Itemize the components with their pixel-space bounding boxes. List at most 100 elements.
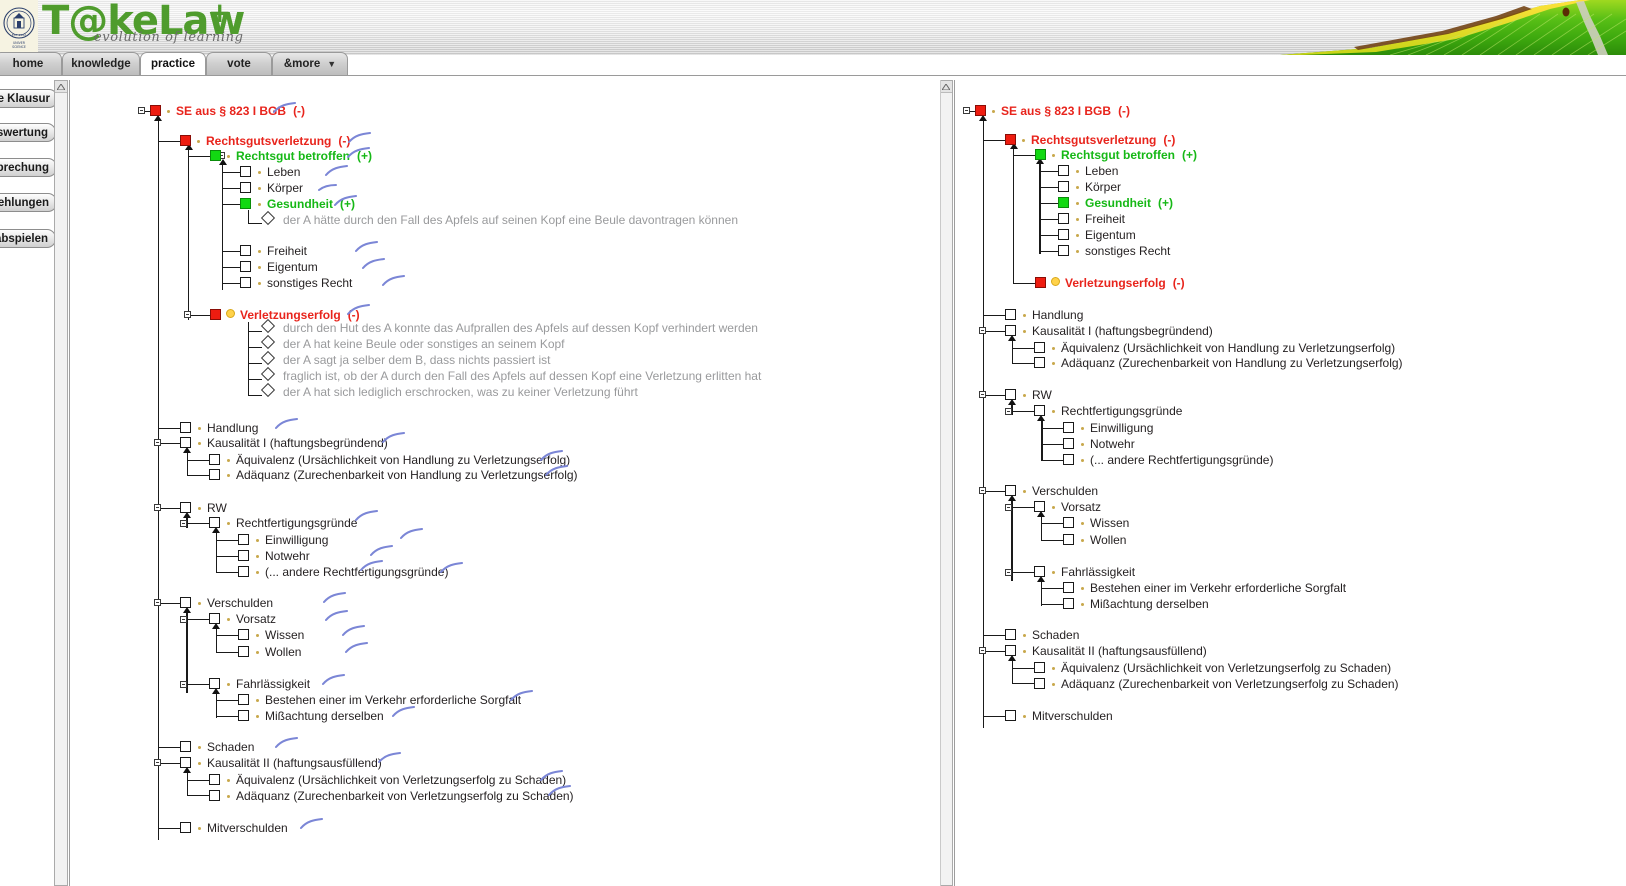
expander-root[interactable]	[963, 107, 970, 114]
node-label: Rechtfertigungsgründe	[1061, 404, 1183, 418]
node-label: Vorsatz	[236, 612, 277, 626]
node-label: Körper	[1085, 180, 1122, 194]
node-sign: (-)	[1118, 104, 1131, 118]
marker-orange-icon	[226, 309, 235, 318]
app-logo[interactable]: T@keLaw + evolution of learning	[42, 0, 342, 55]
node-label: Rechtsgut betroffen	[1061, 148, 1175, 162]
pen-stroke-annotation	[348, 132, 372, 144]
svg-text:SCIENCE: SCIENCE	[12, 45, 26, 49]
node-label: (... andere Rechtfertigungsgründe)	[265, 565, 449, 579]
pen-stroke-annotation	[540, 450, 564, 462]
sidebar-item-auswertung[interactable]: Auswertung	[0, 123, 56, 142]
node-label: Äquivalenz (Ursächlichkeit von Verletzun…	[1061, 661, 1392, 675]
tab-vote[interactable]: vote	[206, 52, 272, 75]
university-crest-icon: EST 1502 UNIVER SCIENCE	[0, 0, 38, 55]
scroll-up-arrow-icon[interactable]	[55, 81, 67, 93]
expander-rw[interactable]	[154, 504, 161, 511]
node-label: Notwehr	[1090, 437, 1135, 451]
tab-practice[interactable]: practice	[140, 52, 206, 75]
note-text: der A hätte durch den Fall des Apfels au…	[283, 213, 738, 227]
app-header: EST 1502 UNIVER SCIENCE T@keLaw + evolut…	[0, 0, 1626, 55]
expanded-tree-panel: SE aus § 823 I BGB (-) Rechtsgutsverletzu…	[70, 80, 940, 886]
expander-kausalitaet-2[interactable]	[154, 759, 161, 766]
scroll-up-arrow-icon[interactable]	[940, 81, 952, 93]
node-label: Mitverschulden	[1032, 709, 1113, 723]
expander-rw[interactable]	[979, 391, 986, 398]
tab-knowledge-label: knowledge	[71, 58, 131, 70]
pen-stroke-annotation	[347, 304, 371, 316]
node-label: Leben	[1085, 164, 1119, 178]
sidebar-item-empfehlungen[interactable]: Empfehlungen	[0, 193, 57, 212]
left-panel-scrollbar[interactable]	[54, 80, 68, 886]
node-label: sonstiges Recht	[1085, 244, 1171, 258]
tab-knowledge[interactable]: knowledge	[62, 52, 140, 75]
node-label: Gesundheit	[1085, 196, 1152, 210]
node-label: RW	[207, 501, 227, 515]
node-label: Bestehen einer im Verkehr erforderliche …	[1090, 581, 1347, 595]
node-label: SE aus § 823 I BGB	[1001, 104, 1112, 118]
expander-kausalitaet-1[interactable]	[979, 327, 986, 334]
pen-stroke-annotation	[370, 545, 394, 557]
pen-stroke-annotation	[275, 737, 299, 749]
expander-verletzungserfolg[interactable]	[184, 311, 191, 318]
pen-stroke-annotation	[545, 465, 569, 477]
expander-vorsatz[interactable]	[1005, 504, 1012, 511]
node-label: Kausalität II (haftungsausfüllend)	[207, 756, 382, 770]
pen-stroke-annotation	[510, 690, 534, 702]
node-label: Mitverschulden	[207, 821, 288, 835]
node-label: SE aus § 823 I BGB	[176, 104, 287, 118]
node-label: Einwilligung	[1090, 421, 1154, 435]
expander-rechtfertigungsgruende[interactable]	[1005, 408, 1012, 415]
node-sign: (-)	[1163, 133, 1176, 147]
sidebar-item-label: Lösung abspielen	[0, 232, 48, 245]
tab-more[interactable]: &more ▼	[272, 52, 348, 75]
expander-vorsatz[interactable]	[180, 616, 187, 623]
node-label: Wissen	[1090, 516, 1130, 530]
sidebar-item-besprechung[interactable]: Besprechung	[0, 158, 57, 177]
node-label: Rechtfertigungsgründe	[236, 516, 358, 530]
tab-vote-label: vote	[227, 58, 251, 70]
node-label: Schaden	[207, 740, 255, 754]
pen-stroke-annotation	[382, 432, 406, 444]
sidebar-item-loesung-abspielen[interactable]: Lösung abspielen	[0, 229, 56, 248]
tab-more-label: &more	[283, 58, 321, 70]
expander-fahrlaessigkeit[interactable]	[1005, 569, 1012, 576]
node-label: Adäquanz (Zurechenbarkeit von Handlung z…	[236, 468, 578, 482]
expander-kausalitaet-2[interactable]	[979, 647, 986, 654]
pen-stroke-annotation	[378, 752, 402, 764]
sidebar-item-label: Besprechung	[0, 161, 49, 174]
pen-stroke-annotation	[345, 642, 369, 654]
sidebar-item-neue-klausur[interactable]: neue Klausur	[0, 89, 58, 108]
node-label: Wollen	[265, 645, 302, 659]
expander-verschulden[interactable]	[154, 599, 161, 606]
expander-kausalitaet-1[interactable]	[154, 439, 161, 446]
node-label: Leben	[267, 165, 301, 179]
node-label: Freiheit	[267, 244, 308, 258]
node-label: RW	[1032, 388, 1052, 402]
node-label: Wissen	[265, 628, 305, 642]
pen-stroke-annotation	[548, 785, 572, 797]
expander-verschulden[interactable]	[979, 487, 986, 494]
pen-stroke-annotation	[322, 674, 346, 686]
expander-rechtfertigungsgruende[interactable]	[180, 520, 187, 527]
left-panel-right-edge	[940, 80, 941, 886]
node-label: Notwehr	[265, 549, 310, 563]
pen-stroke-annotation	[275, 418, 299, 430]
node-label: Gesundheit	[267, 197, 334, 211]
node-label: Körper	[267, 181, 304, 195]
node-label: Verschulden	[1032, 484, 1099, 498]
expander-fahrlaessigkeit[interactable]	[180, 681, 187, 688]
pen-stroke-annotation	[440, 562, 464, 574]
node-label: Bestehen einer im Verkehr erforderliche …	[265, 693, 522, 707]
sidebar-item-label: Empfehlungen	[0, 196, 49, 209]
pen-stroke-annotation	[323, 592, 347, 604]
node-label: Adäquanz (Zurechenbarkeit von Verletzung…	[1061, 677, 1399, 691]
tab-home[interactable]: home	[0, 52, 62, 75]
tabbar-underline	[0, 75, 1626, 76]
right-panel-scrollbar[interactable]	[939, 80, 953, 886]
note-text: der A sagt ja selber dem B, dass nichts …	[283, 353, 551, 367]
expander-root[interactable]	[138, 107, 145, 114]
pen-stroke-annotation	[400, 528, 424, 540]
pen-stroke-annotation	[355, 241, 379, 253]
note-text: der A hat sich lediglich erschrocken, wa…	[283, 385, 638, 399]
